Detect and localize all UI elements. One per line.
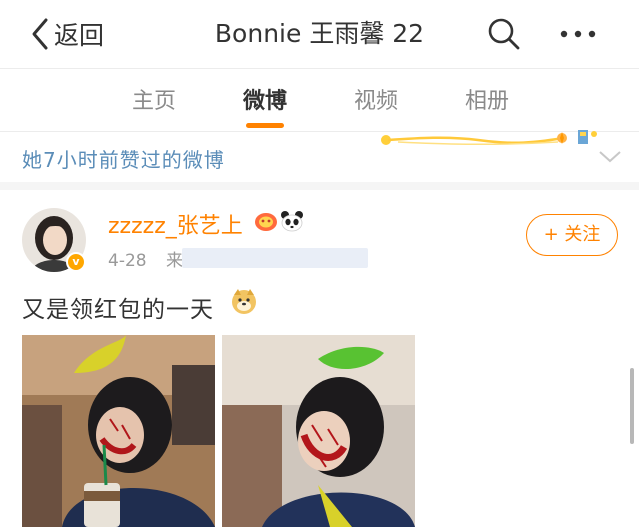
section-gap (0, 182, 639, 190)
active-tab-indicator (246, 123, 284, 128)
blurred-source (182, 248, 368, 268)
follow-button[interactable]: + 关注 (526, 214, 618, 256)
doge-emoji-icon (232, 289, 256, 314)
post-source-prefix: 来 (166, 251, 183, 271)
photo-1-image (22, 335, 215, 527)
tab-weibo[interactable]: 微博 (225, 83, 305, 115)
verified-badge: v (66, 252, 86, 272)
post-photo-2[interactable] (222, 335, 415, 527)
back-label: 返回 (54, 21, 105, 50)
post-text: 又是领红包的一天 (22, 297, 214, 323)
search-icon[interactable] (486, 16, 522, 52)
tab-home[interactable]: 主页 (114, 83, 194, 115)
chevron-left-icon (32, 18, 48, 50)
post-username[interactable]: zzzzz_张艺上 (108, 208, 243, 240)
liked-notice-text: 她7小时前赞过的微博 (22, 148, 225, 172)
post-photo-1[interactable] (22, 335, 215, 527)
tab-album[interactable]: 相册 (447, 83, 527, 115)
post-meta: 4-28 来 (108, 246, 183, 271)
more-icon[interactable] (556, 16, 600, 52)
photo-2-image (222, 335, 415, 527)
top-bar: 返回 Bonnie 王雨馨 22 (0, 0, 639, 68)
scrollbar[interactable] (630, 368, 634, 444)
panda-icon (281, 211, 303, 232)
chevron-down-icon[interactable] (598, 150, 622, 164)
post-date: 4-28 (108, 251, 147, 271)
sparkle-decoration (381, 130, 597, 146)
profile-tabs: 主页 微博 视频 相册 (0, 69, 639, 131)
gold-membership-icon (255, 213, 277, 231)
back-button[interactable]: 返回 (30, 14, 104, 54)
tab-video[interactable]: 视频 (336, 83, 416, 115)
